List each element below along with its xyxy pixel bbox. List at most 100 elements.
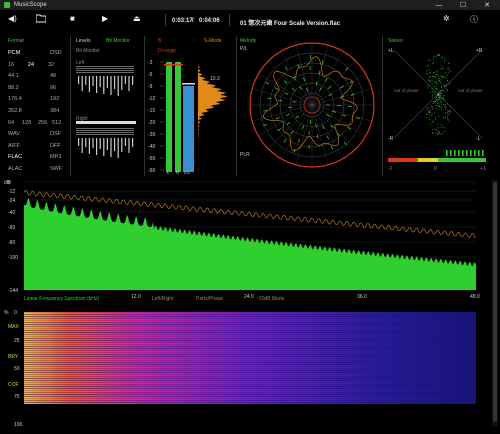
correlation-tick — [446, 150, 448, 156]
bit-row — [76, 68, 134, 69]
stereo-dot — [447, 116, 448, 117]
gear-icon[interactable]: ✲ — [443, 14, 450, 23]
stereo-dot — [429, 109, 431, 111]
meter-tick-label: -15 — [148, 108, 155, 114]
spectrogram: % 0 25 50 75 100 MAX BRY COF — [4, 310, 476, 428]
spectrogram-band — [24, 322, 476, 323]
stereo-dot — [440, 90, 441, 92]
polar-spoke — [311, 51, 344, 106]
spectrum-mode-lr[interactable]: Left/Right — [152, 296, 174, 302]
stereo-dot — [444, 99, 445, 100]
stereo-dot — [439, 97, 441, 99]
correlation-tick — [454, 150, 456, 156]
stereo-dot — [437, 74, 438, 76]
spectrogram-band — [24, 352, 476, 353]
toolbar-divider — [165, 14, 166, 26]
stereo-dot — [441, 125, 443, 127]
stereo-dot — [438, 106, 440, 107]
volume-icon[interactable]: ◀) — [8, 14, 17, 23]
format-item: 96 — [50, 84, 57, 91]
stereo-dot — [432, 113, 434, 115]
bit-row — [76, 128, 134, 129]
stereo-dot — [427, 114, 429, 115]
spectrum-y-tick: -80 — [8, 240, 15, 246]
stereo-dot — [426, 107, 428, 109]
correlation-tick — [458, 150, 460, 156]
polar-dot — [284, 92, 289, 95]
stereo-dot — [441, 93, 443, 94]
vertical-scrollbar[interactable] — [492, 180, 498, 426]
bit-row — [76, 132, 134, 133]
stereo-dot — [428, 80, 430, 82]
meter-channel-label: LU — [184, 170, 190, 175]
stereo-dot — [447, 68, 449, 70]
maximize-button[interactable]: ☐ — [452, 0, 474, 10]
spectrum-mode-phase[interactable]: Parts/Phase — [196, 296, 223, 302]
out-of-phase-right: out of phase — [458, 88, 483, 93]
stereo-dot — [439, 98, 440, 100]
stereo-dot — [447, 109, 448, 111]
stereo-dot — [448, 67, 450, 69]
stereo-dot — [445, 117, 446, 118]
polar-dot — [275, 117, 280, 120]
meter-bar-lu — [183, 86, 194, 172]
spectrogram-band — [24, 312, 476, 313]
stereo-dot — [428, 110, 430, 112]
format-item: 44.1 — [8, 73, 19, 80]
correlation-tick — [462, 150, 464, 156]
stereo-dot — [435, 119, 436, 120]
panel-divider — [236, 36, 237, 176]
spectrum-mode-20db[interactable]: ~20dB Mode — [256, 296, 285, 302]
stereo-dot — [444, 127, 445, 128]
stop-icon[interactable]: ■ — [70, 14, 75, 23]
spectrogram-band — [24, 370, 476, 371]
info-icon[interactable]: ⓘ — [470, 14, 478, 25]
stereo-dot — [429, 113, 431, 115]
scrollbar-thumb[interactable] — [493, 182, 497, 422]
minimize-button[interactable]: — — [428, 0, 450, 10]
play-icon[interactable]: ▶ — [102, 14, 108, 23]
panel-divider — [382, 36, 383, 176]
stereo-dot — [437, 127, 439, 129]
polar-dot — [286, 121, 291, 126]
spectrogram-band — [24, 392, 476, 393]
folder-icon[interactable] — [35, 14, 47, 25]
spectrogram-band — [24, 324, 476, 325]
stereo-dot — [440, 133, 442, 135]
bit-column — [132, 138, 134, 147]
metronome-icon[interactable]: ⏏ — [133, 14, 141, 23]
stereo-dot — [429, 69, 430, 71]
polar-dot — [303, 77, 306, 82]
spectrogram-band — [24, 318, 476, 319]
spectrogram-band — [24, 342, 476, 343]
stereo-dot — [441, 90, 442, 91]
stereo-dot — [426, 113, 427, 114]
neg-l-label: -L — [476, 136, 481, 142]
polar-dot — [267, 97, 272, 99]
format-item: DFF — [50, 142, 61, 149]
stereo-dot — [429, 77, 430, 78]
bit-column — [85, 76, 87, 85]
stereo-dot — [447, 117, 449, 119]
format-item: 32 — [48, 61, 55, 68]
correlation-tick — [466, 150, 468, 156]
format-item: MP3 — [50, 154, 62, 161]
stereo-dot — [432, 132, 433, 134]
close-button[interactable]: ✕ — [476, 0, 498, 10]
format-item: 384 — [50, 108, 60, 114]
stereo-dot — [441, 86, 442, 87]
bit-level-display — [76, 66, 136, 158]
bit-column — [88, 76, 90, 92]
spectrum-y-tick: -100 — [8, 255, 18, 261]
meter-tick-label: -50 — [148, 156, 155, 162]
stereo-dot — [443, 117, 444, 119]
spectrogram-band — [24, 368, 476, 369]
stereo-dot — [435, 129, 437, 130]
meter-tick-label: -12 — [148, 96, 155, 102]
stereo-dot — [432, 129, 433, 130]
stereo-dot — [431, 83, 433, 85]
format-item: 192 — [50, 96, 60, 103]
stereo-dot — [440, 99, 441, 101]
stereo-dot — [440, 95, 442, 96]
stereo-dot — [437, 123, 439, 125]
